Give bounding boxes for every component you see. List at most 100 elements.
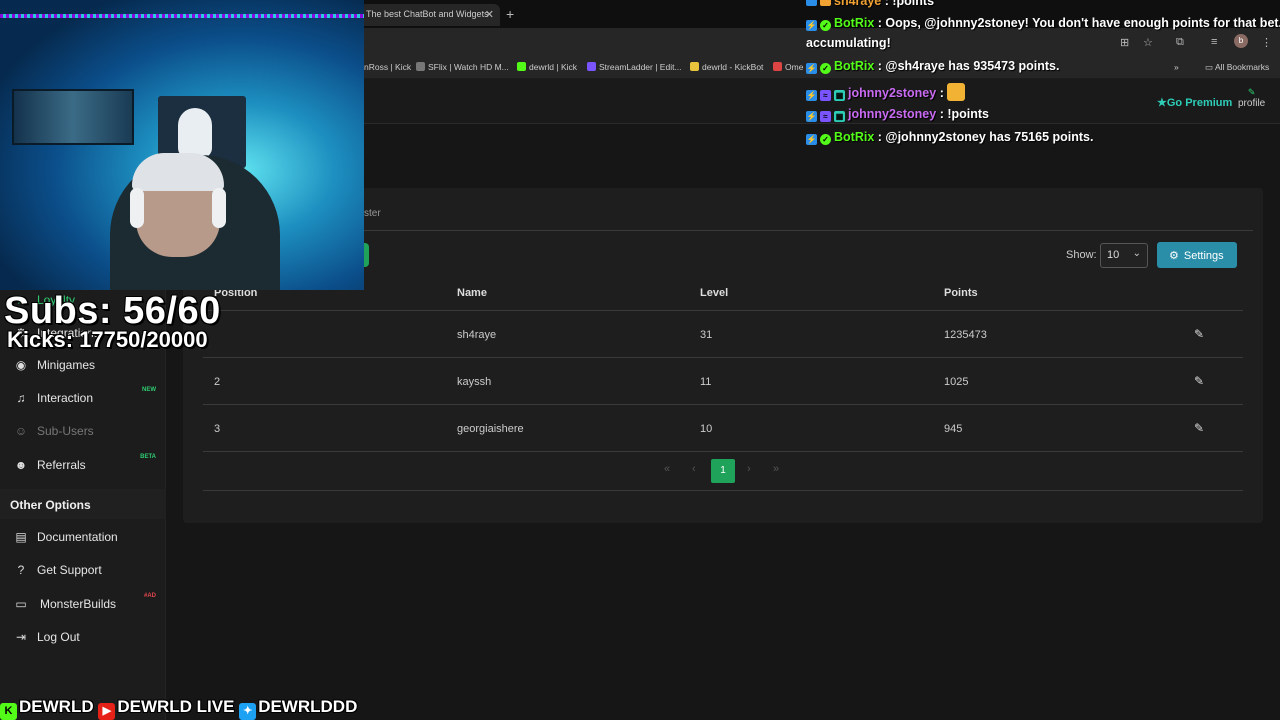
folder-icon: ▭ bbox=[1205, 62, 1215, 72]
page-size-select[interactable]: 10 ⌄ bbox=[1100, 243, 1148, 268]
streamer-cap bbox=[132, 153, 224, 191]
browser-tab-active[interactable]: The best ChatBot and Widgets ✕ bbox=[360, 4, 500, 26]
reading-list-icon[interactable]: ≡ bbox=[1211, 36, 1217, 48]
bookmark-star-icon[interactable]: ☆ bbox=[1143, 36, 1153, 49]
edit-pencil-icon[interactable]: ✎ bbox=[1194, 327, 1204, 341]
table-divider bbox=[203, 451, 1243, 452]
column-header-name[interactable]: Name bbox=[457, 287, 487, 299]
prev-page-icon[interactable]: ‹ bbox=[692, 463, 696, 475]
bookmark-item[interactable]: SFlix | Watch HD M... bbox=[416, 62, 509, 72]
browser-profile-avatar[interactable]: b bbox=[1234, 34, 1248, 48]
bookmark-item[interactable]: dewrld - KickBot bbox=[690, 62, 763, 72]
other-options-heading: Other Options bbox=[10, 498, 91, 512]
bot-badge-icon: ⚡ bbox=[806, 20, 817, 31]
gears-icon: ⚙ bbox=[1169, 250, 1179, 262]
headphone-left bbox=[130, 188, 144, 228]
sidebar-item-label: Minigames bbox=[37, 358, 96, 372]
kick-icon bbox=[517, 62, 526, 71]
bookmarks-overflow-icon[interactable]: » bbox=[1174, 62, 1179, 72]
sidebar-item-monsterbuilds[interactable]: ▭ MonsterBuilds #AD bbox=[0, 589, 166, 619]
table-divider bbox=[203, 357, 1243, 358]
next-page-icon[interactable]: › bbox=[747, 463, 751, 475]
chat-message: sh4raye : !points bbox=[806, 0, 934, 8]
cell-name: georgiaishere bbox=[457, 423, 524, 435]
badge-icon bbox=[806, 0, 817, 6]
cell-level: 31 bbox=[700, 329, 713, 341]
youtube-icon: ▶ bbox=[98, 703, 116, 720]
kicks-goal-text: Kicks: 17750/20000 bbox=[7, 327, 208, 352]
edit-pencil-icon[interactable]: ✎ bbox=[1194, 374, 1204, 388]
verified-icon: ✓ bbox=[820, 134, 831, 145]
chat-message: ⚡ ≈ ▦ johnny2stoney : !points bbox=[806, 107, 989, 122]
sidebar-item-label: Documentation bbox=[37, 530, 118, 544]
cell-position: 3 bbox=[214, 423, 221, 435]
music-icon: ♫ bbox=[16, 391, 26, 405]
cell-points: 1235473 bbox=[944, 329, 987, 341]
page-size-value: 10 bbox=[1107, 249, 1120, 261]
table-divider bbox=[203, 310, 1243, 311]
bot-badge-icon: ⚡ bbox=[806, 134, 817, 145]
sidebar-item-sub-users: ☺ Sub-Users bbox=[0, 416, 166, 446]
bookmark-item[interactable]: Ome bbox=[773, 62, 803, 72]
kick-icon: K bbox=[0, 703, 17, 720]
sidebar-item-label: MonsterBuilds bbox=[40, 597, 117, 611]
question-icon: ? bbox=[17, 563, 25, 577]
og-badge-icon: ▦ bbox=[834, 111, 845, 122]
all-bookmarks[interactable]: ▭ All Bookmarks bbox=[1205, 62, 1269, 73]
pencil-icon: ✎ bbox=[1247, 87, 1256, 97]
goose-plush bbox=[178, 108, 212, 158]
new-badge: NEW bbox=[142, 387, 156, 393]
bot-badge-icon: ⚡ bbox=[806, 63, 817, 74]
ad-badge: #AD bbox=[143, 593, 156, 599]
cell-level: 11 bbox=[700, 376, 712, 388]
settings-button[interactable]: ⚙ Settings bbox=[1157, 242, 1237, 268]
sidebar-item-documentation[interactable]: ▤ Documentation bbox=[0, 522, 166, 552]
sidebar-item-log-out[interactable]: ⇥ Log Out bbox=[0, 622, 166, 652]
chat-message: ⚡ ✓ BotRix : @sh4raye has 935473 points. bbox=[806, 59, 1060, 74]
new-tab-icon[interactable]: + bbox=[506, 6, 514, 22]
chat-message: ⚡ ✓ BotRix : Oops, @johnny2stoney! You don… bbox=[806, 16, 1280, 31]
column-header-points[interactable]: Points bbox=[944, 287, 978, 299]
extensions-icon[interactable]: ⧉ bbox=[1176, 36, 1184, 49]
book-icon: ▤ bbox=[15, 530, 27, 544]
cell-points: 945 bbox=[944, 423, 963, 435]
beta-badge: BETA bbox=[140, 454, 156, 460]
sidebar-item-label: Get Support bbox=[37, 563, 102, 577]
sidebar-item-label: Sub-Users bbox=[37, 424, 94, 438]
table-divider bbox=[203, 490, 1243, 491]
sidebar-item-interaction[interactable]: ♫ Interaction NEW bbox=[0, 383, 166, 413]
social-handles: K DEWRLD ▶ DEWRLD LIVE ✦ DEWRLDDD bbox=[0, 697, 357, 720]
star-icon: ★ bbox=[1157, 97, 1167, 109]
go-premium-link[interactable]: ★Go Premium bbox=[1157, 96, 1232, 109]
og-badge-icon: ▦ bbox=[834, 90, 845, 101]
tab-label[interactable]: ster bbox=[364, 208, 381, 219]
badge-icon: ⚡ bbox=[806, 111, 817, 122]
screen: The best ChatBot and Widgets ✕ + ⊞ ☆ ⧉ ≡… bbox=[0, 0, 1280, 720]
bookmark-item[interactable]: StreamLadder | Edit... bbox=[587, 62, 682, 72]
sidebar-item-referrals[interactable]: ☻ Referrals BETA bbox=[0, 450, 166, 480]
twitter-icon: ✦ bbox=[239, 703, 257, 720]
cell-name: kayssh bbox=[457, 376, 492, 388]
column-header-level[interactable]: Level bbox=[700, 287, 728, 299]
sidebar-item-label: Log Out bbox=[37, 630, 80, 644]
led-strip bbox=[0, 14, 364, 18]
bookmark-item[interactable]: dewrld | Kick bbox=[517, 62, 577, 72]
bookmark-item[interactable]: nRoss | Kick bbox=[364, 62, 411, 72]
profile-link[interactable]: ✎ profile bbox=[1238, 87, 1265, 109]
sidebar-item-label: Referrals bbox=[37, 458, 86, 472]
sidebar-item-get-support[interactable]: ? Get Support bbox=[0, 555, 166, 585]
verified-icon: ✓ bbox=[820, 63, 831, 74]
page-button-current[interactable]: 1 bbox=[711, 459, 735, 483]
tab-close-icon[interactable]: ✕ bbox=[485, 8, 494, 21]
translate-icon[interactable]: ⊞ bbox=[1120, 36, 1129, 49]
sidebar-item-minigames[interactable]: ◉ Minigames bbox=[0, 350, 166, 380]
first-page-icon[interactable]: « bbox=[664, 463, 670, 475]
edit-pencil-icon[interactable]: ✎ bbox=[1194, 421, 1204, 435]
last-page-icon[interactable]: » bbox=[773, 463, 779, 475]
browser-menu-icon[interactable]: ⋮ bbox=[1261, 36, 1272, 49]
cell-name: sh4raye bbox=[457, 329, 497, 341]
cell-points: 1025 bbox=[944, 376, 969, 388]
bookmark-icon bbox=[773, 62, 782, 71]
chat-message-continuation: accumulating! bbox=[806, 36, 891, 50]
bookmark-icon bbox=[416, 62, 425, 71]
